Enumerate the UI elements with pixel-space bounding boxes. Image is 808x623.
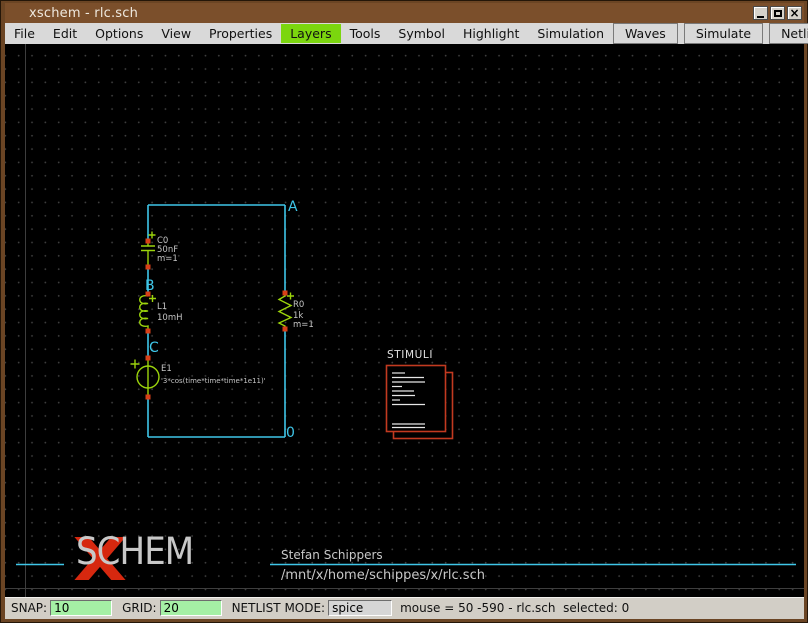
source-value: '3*cos(time*time*time*1e11)' (161, 377, 266, 385)
stimuli-symbol[interactable]: STIMULI (387, 349, 453, 439)
capacitor-c0[interactable]: C0 50nF m=1 (141, 232, 178, 270)
resistor-ref: R0 (293, 300, 304, 310)
netlist-mode-label: NETLIST MODE: (232, 601, 326, 615)
inductor-value: 10mH (157, 313, 183, 323)
schematic-canvas[interactable]: C0 50nF m=1 L1 10mH (5, 44, 804, 597)
pin-square (146, 329, 151, 334)
pin-square (146, 239, 151, 244)
voltage-source-e1[interactable]: E1 '3*cos(time*time*time*1e11)' (131, 356, 266, 400)
node-label-c[interactable]: C (149, 340, 159, 356)
source-ref: E1 (161, 364, 172, 374)
window-controls: × (753, 6, 802, 20)
simulate-button[interactable]: Simulate (684, 23, 763, 44)
inductor-l1[interactable]: L1 10mH (140, 292, 183, 334)
pin-square (146, 395, 151, 400)
node-label-a[interactable]: A (288, 199, 298, 215)
author-text: Stefan Schippers (281, 548, 383, 562)
pin-square (283, 291, 288, 296)
resistor-mult: m=1 (293, 320, 314, 330)
menu-item-properties[interactable]: Properties (200, 24, 281, 43)
titlebar[interactable]: xschem - rlc.sch × (5, 3, 804, 23)
grid-label: GRID: (122, 601, 156, 615)
maximize-button[interactable] (770, 6, 785, 20)
grid-input[interactable] (160, 600, 222, 616)
logo-text: SCHEM (76, 537, 193, 567)
menu-item-edit[interactable]: Edit (44, 24, 86, 43)
pin-square (146, 356, 151, 361)
menu-item-highlight[interactable]: Highlight (454, 24, 528, 43)
resistor-r0[interactable]: R0 1k m=1 (279, 291, 314, 332)
netlist-button[interactable]: Netlist (769, 23, 808, 44)
menu-item-view[interactable]: View (152, 24, 200, 43)
close-icon: × (789, 8, 799, 18)
node-label-0[interactable]: 0 (286, 425, 295, 441)
file-path-text: /mnt/x/home/schippes/x/rlc.sch (281, 568, 485, 583)
maximize-icon (774, 10, 782, 17)
stimuli-label: STIMULI (387, 349, 433, 361)
menu-item-simulation[interactable]: Simulation (528, 24, 613, 43)
menu-item-options[interactable]: Options (86, 24, 152, 43)
menu-item-layers[interactable]: Layers (281, 24, 340, 43)
xschem-window: xschem - rlc.sch × File Edit Options Vie… (0, 0, 808, 623)
minimize-button[interactable] (753, 6, 768, 20)
inductor-ref: L1 (157, 302, 167, 312)
pin-square (146, 265, 151, 270)
xschem-logo: SCHEM (74, 537, 203, 568)
minimize-icon (757, 16, 764, 18)
window-title: xschem - rlc.sch (29, 6, 138, 21)
waves-button[interactable]: Waves (613, 23, 678, 44)
menubar: File Edit Options View Properties Layers… (5, 23, 804, 44)
menu-item-tools[interactable]: Tools (341, 24, 390, 43)
menu-item-symbol[interactable]: Symbol (389, 24, 454, 43)
document-icon (387, 366, 446, 432)
snap-label: SNAP: (11, 601, 47, 615)
node-label-b[interactable]: B (145, 278, 155, 294)
capacitor-mult: m=1 (157, 254, 178, 264)
mouse-status-text: mouse = 50 -590 - rlc.sch selected: 0 (400, 601, 629, 615)
close-button[interactable]: × (787, 6, 802, 20)
netlist-mode-input[interactable] (328, 600, 392, 616)
schematic-drawing: C0 50nF m=1 L1 10mH (5, 44, 804, 597)
menu-item-file[interactable]: File (5, 24, 44, 43)
statusbar: SNAP: GRID: NETLIST MODE: mouse = 50 -59… (5, 597, 804, 619)
snap-input[interactable] (50, 600, 112, 616)
pin-square (283, 327, 288, 332)
